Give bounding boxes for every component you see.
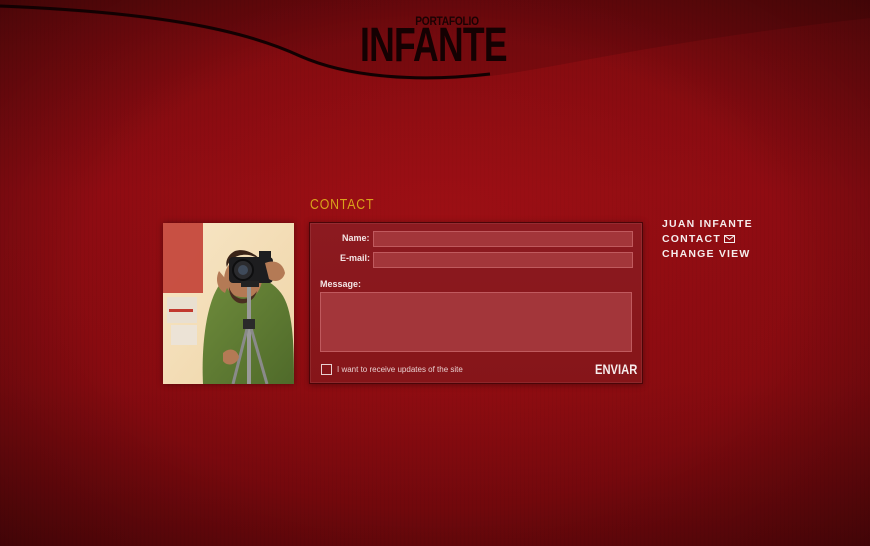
message-label: Message: — [320, 279, 362, 289]
nav-item-contact[interactable]: CONTACT — [662, 232, 802, 247]
logo-title: INFANTE — [360, 19, 508, 72]
envelope-icon — [723, 233, 735, 248]
site-logo[interactable]: PORTAFOLIO INFANTE — [358, 12, 508, 74]
profile-photo — [163, 223, 294, 384]
photographer-portrait-image — [163, 223, 294, 384]
message-textarea[interactable] — [320, 292, 632, 352]
nav-item-label: JUAN INFANTE — [662, 218, 753, 230]
nav-item-change-view[interactable]: CHANGE VIEW — [662, 247, 802, 262]
send-button[interactable]: ENVIAR — [595, 361, 637, 377]
page-title: CONTACT — [310, 196, 375, 213]
side-nav: JUAN INFANTE CONTACT CHANGE VIEW — [662, 217, 802, 262]
nav-item-label: CONTACT — [662, 233, 721, 245]
email-label: E-mail: — [340, 253, 371, 263]
name-label: Name: — [342, 233, 370, 243]
email-input[interactable] — [373, 252, 633, 268]
nav-item-juan-infante[interactable]: JUAN INFANTE — [662, 217, 802, 232]
updates-checkbox-label: I want to receive updates of the site — [337, 365, 463, 374]
updates-checkbox[interactable] — [321, 364, 332, 375]
name-input[interactable] — [373, 231, 633, 247]
contact-form: Name: E-mail: Message: I want to receive… — [309, 222, 643, 384]
nav-item-label: CHANGE VIEW — [662, 248, 751, 260]
